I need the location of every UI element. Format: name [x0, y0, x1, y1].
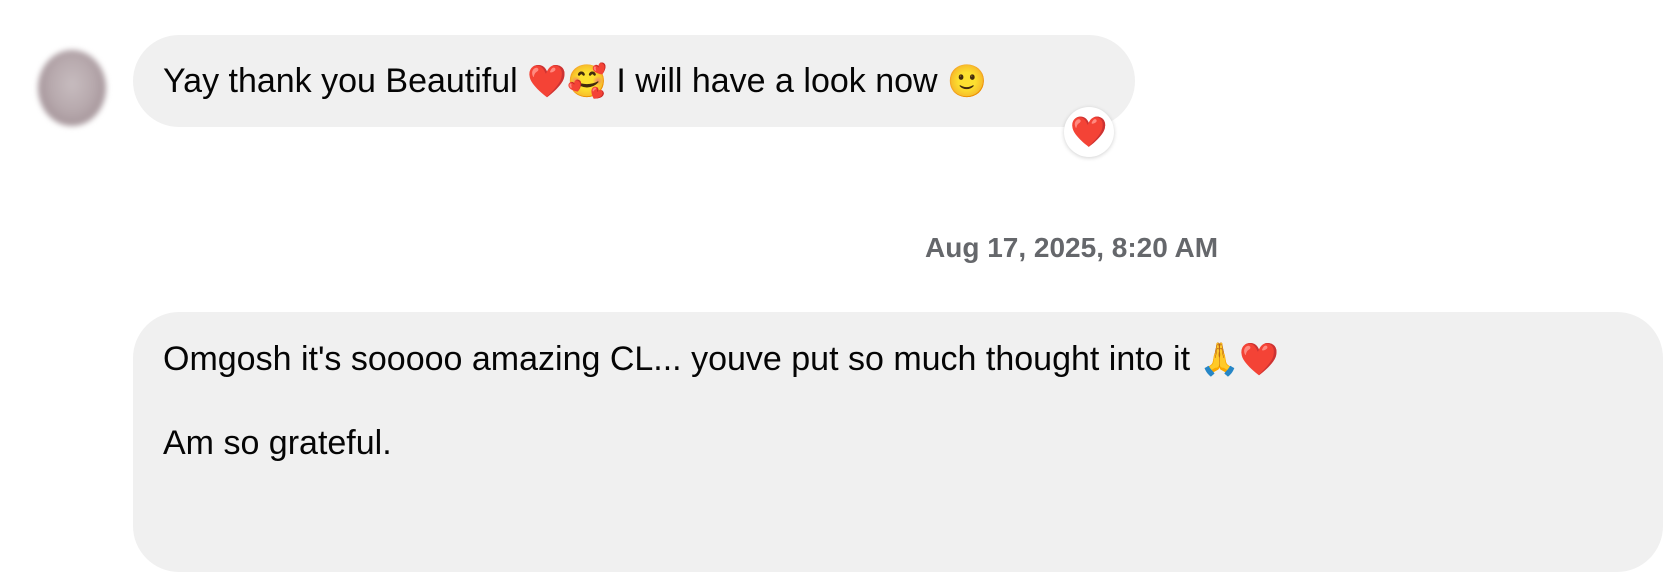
smiley-emoji: 🙂 [947, 62, 987, 100]
received-message-text-after: I will have a look now [616, 62, 938, 100]
sent-message-line-1: Omgosh it's sooooo amazing CL... youve p… [163, 339, 1633, 379]
heart-reaction-icon[interactable]: ❤️ [1064, 107, 1114, 157]
received-message-bubble[interactable]: Yay thank you Beautiful ❤️🥰 I will have … [133, 35, 1135, 127]
message-timestamp: Aug 17, 2025, 8:20 AM [925, 232, 1219, 263]
sent-message-line-2: Am so grateful. [163, 424, 392, 462]
avatar[interactable] [38, 50, 106, 126]
sent-message-bubble[interactable]: Omgosh it's sooooo amazing CL... youve p… [133, 312, 1663, 572]
heart-smiling-face-emoji: ❤️🥰 [527, 62, 607, 100]
received-message-text: Yay thank you Beautiful [163, 62, 518, 100]
pray-heart-emoji: 🙏❤️ [1199, 340, 1280, 378]
sent-message-line-1-text: Omgosh it's sooooo amazing CL... youve p… [163, 340, 1191, 378]
